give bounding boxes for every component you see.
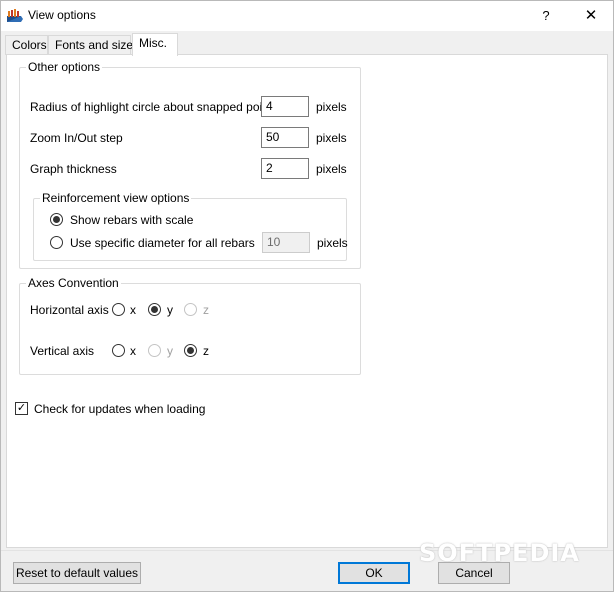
app-icon [7,9,23,22]
horizontal-z-label[interactable]: z [203,303,209,317]
show-rebars-scale-radio[interactable] [50,213,63,226]
graph-thickness-input[interactable]: 2 [261,158,309,179]
graph-thickness-unit: pixels [316,162,347,176]
cancel-button[interactable]: Cancel [438,562,510,584]
dialog-title: View options [28,8,96,22]
other-options-title: Other options [26,60,103,74]
reinforcement-view-group: Reinforcement view options Show rebars w… [33,191,348,261]
axes-convention-group: Axes Convention Horizontal axis x y z Ve… [19,276,361,375]
vertical-z-label[interactable]: z [203,344,209,358]
specific-diameter-label[interactable]: Use specific diameter for all rebars [70,236,255,250]
vertical-y-radio[interactable] [148,344,161,357]
check-updates-label[interactable]: Check for updates when loading [34,402,205,416]
horizontal-x-radio[interactable] [112,303,125,316]
reset-defaults-button[interactable]: Reset to default values [13,562,141,584]
vertical-axis-label: Vertical axis [30,344,95,358]
zoom-step-input[interactable]: 50 [261,127,309,148]
reinforcement-view-title: Reinforcement view options [40,191,192,205]
misc-tab-panel: Other options Radius of highlight circle… [6,54,608,548]
horizontal-y-label[interactable]: y [167,303,173,317]
close-button[interactable]: ✕ [569,1,613,31]
view-options-dialog: View options ? ✕ Colors Fonts and sizes … [0,0,614,592]
zoom-step-unit: pixels [316,131,347,145]
tab-fonts-and-sizes[interactable]: Fonts and sizes [48,35,139,55]
horizontal-z-radio[interactable] [184,303,197,316]
show-rebars-scale-label[interactable]: Show rebars with scale [70,213,193,227]
other-options-group: Other options Radius of highlight circle… [19,60,361,269]
highlight-radius-label: Radius of highlight circle about snapped… [30,100,279,114]
specific-diameter-radio[interactable] [50,236,63,249]
graph-thickness-label: Graph thickness [30,162,117,176]
vertical-y-label[interactable]: y [167,344,173,358]
highlight-radius-unit: pixels [316,100,347,114]
diameter-unit: pixels [317,236,348,250]
tab-colors[interactable]: Colors [5,35,48,55]
highlight-radius-input[interactable]: 4 [261,96,309,117]
horizontal-axis-label: Horizontal axis [30,303,109,317]
help-button[interactable]: ? [533,1,559,31]
tab-misc[interactable]: Misc. [132,33,178,56]
vertical-z-radio[interactable] [184,344,197,357]
ok-button[interactable]: OK [338,562,410,584]
vertical-x-label[interactable]: x [130,344,136,358]
check-updates-checkbox[interactable]: ✓ [15,402,28,415]
title-bar: View options ? ✕ [1,1,613,31]
zoom-step-label: Zoom In/Out step [30,131,123,145]
vertical-x-radio[interactable] [112,344,125,357]
horizontal-y-radio[interactable] [148,303,161,316]
axes-convention-title: Axes Convention [26,276,121,290]
horizontal-x-label[interactable]: x [130,303,136,317]
diameter-input[interactable]: 10 [262,232,310,253]
